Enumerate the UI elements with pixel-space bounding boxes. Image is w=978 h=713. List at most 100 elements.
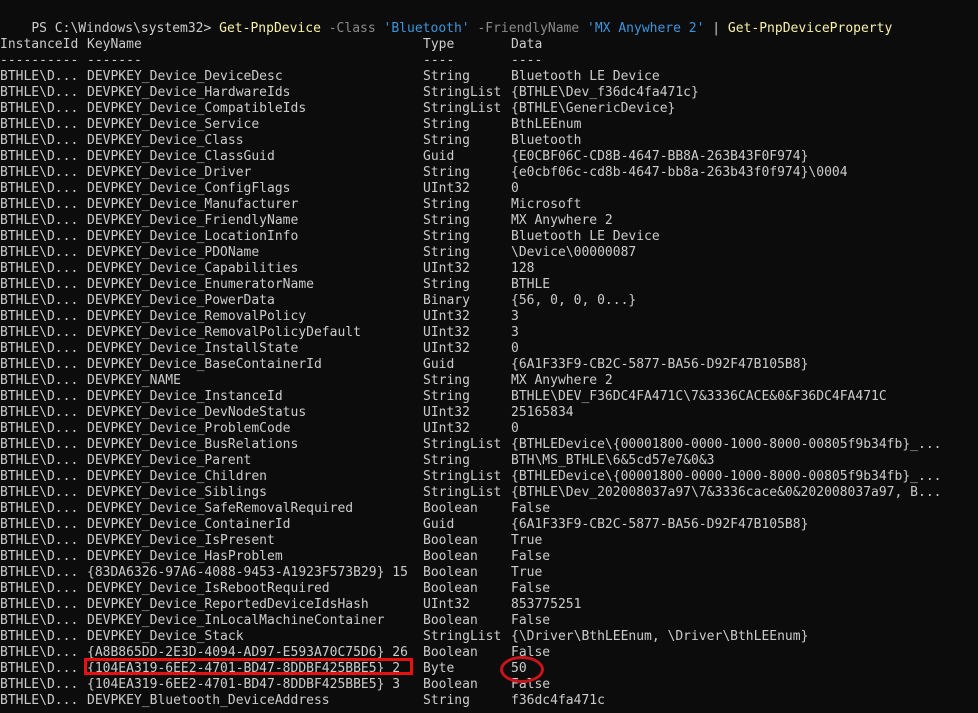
data-cell: {BTHLEDevice\{00001800-0000-1000-8000-00… [511, 469, 942, 484]
type-cell: Boolean [423, 501, 478, 516]
instance-id-cell: BTHLE\D... [0, 373, 79, 388]
data-cell: {56, 0, 0, 0...} [511, 293, 637, 308]
data-cell: {e0cbf06c-cd8b-4647-bb8a-263b43f0f974}\0… [511, 165, 848, 180]
data-cell: {\Driver\BthLEEnum, \Driver\BthLEEnum} [511, 629, 809, 644]
instance-id-cell: BTHLE\D... [0, 293, 79, 308]
instance-id-cell: BTHLE\D... [0, 517, 79, 532]
key-name-cell: DEVPKEY_Device_SafeRemovalRequired [87, 501, 354, 516]
data-cell: False [511, 645, 551, 660]
data-cell: 0 [511, 181, 519, 196]
key-name-cell: DEVPKEY_Device_ReportedDeviceIdsHash [87, 597, 369, 612]
key-name-cell: DEVPKEY_Device_LocationInfo [87, 229, 299, 244]
type-cell: Boolean [423, 645, 478, 660]
type-cell: String [423, 117, 470, 132]
instance-id-cell: BTHLE\D... [0, 629, 79, 644]
instance-id-cell: BTHLE\D... [0, 341, 79, 356]
key-name-cell: DEVPKEY_Device_Manufacturer [87, 197, 299, 212]
instance-id-cell: BTHLE\D... [0, 645, 79, 660]
key-name-cell: DEVPKEY_Device_ProblemCode [87, 421, 291, 436]
data-cell: 0 [511, 341, 519, 356]
data-cell: f36dc4fa471c [511, 693, 605, 708]
instance-id-cell: BTHLE\D... [0, 133, 79, 148]
data-cell: {BTHLE\GenericDevice} [511, 101, 676, 116]
instance-id-cell: BTHLE\D... [0, 101, 79, 116]
key-name-cell: {A8B865DD-2E3D-4094-AD97-E593A70C75D6} 2… [87, 645, 408, 660]
key-name-cell: DEVPKEY_Device_IsRebootRequired [87, 581, 330, 596]
instance-id-cell: BTHLE\D... [0, 597, 79, 612]
instance-id-cell: BTHLE\D... [0, 85, 79, 100]
instance-id-cell: BTHLE\D... [0, 149, 79, 164]
type-cell: Guid [423, 357, 455, 372]
data-cell: 25165834 [511, 405, 574, 420]
type-cell: String [423, 133, 470, 148]
instance-id-cell: InstanceId [0, 37, 79, 52]
type-cell: UInt32 [423, 405, 470, 420]
key-name-cell: DEVPKEY_Device_BaseContainerId [87, 357, 322, 372]
data-cell: {E0CBF06C-CD8B-4647-BB8A-263B43F0F974} [511, 149, 809, 164]
type-cell: Boolean [423, 581, 478, 596]
type-cell: String [423, 229, 470, 244]
instance-id-cell: BTHLE\D... [0, 501, 79, 516]
key-name-cell: ------- [87, 53, 142, 68]
instance-id-cell: BTHLE\D... [0, 261, 79, 276]
type-cell: Binary [423, 293, 470, 308]
key-name-cell: DEVPKEY_Device_Service [87, 117, 260, 132]
command-token-op [376, 21, 384, 36]
data-cell: {BTHLEDevice\{00001800-0000-1000-8000-00… [511, 437, 942, 452]
key-name-cell: DEVPKEY_Device_FriendlyName [87, 213, 299, 228]
key-name-cell: DEVPKEY_Device_Driver [87, 165, 252, 180]
type-cell: ---- [423, 53, 455, 68]
key-name-cell: DEVPKEY_Device_Parent [87, 453, 252, 468]
instance-id-cell: BTHLE\D... [0, 309, 79, 324]
command-line: PS C:\Windows\system32> Get-PnpDevice -C… [0, 5, 892, 36]
key-name-cell: DEVPKEY_Device_PowerData [87, 293, 275, 308]
instance-id-cell: BTHLE\D... [0, 677, 79, 692]
data-cell: Microsoft [511, 197, 582, 212]
type-cell: String [423, 165, 470, 180]
key-name-cell: DEVPKEY_Device_PDOName [87, 245, 260, 260]
data-cell: MX Anywhere 2 [511, 373, 613, 388]
type-cell: StringList [423, 629, 502, 644]
data-cell: BTHLE [511, 277, 551, 292]
data-cell: True [511, 565, 543, 580]
powershell-console[interactable]: PS C:\Windows\system32> Get-PnpDevice -C… [0, 0, 978, 713]
data-cell: False [511, 677, 551, 692]
prompt: PS C:\Windows\system32> [31, 21, 220, 36]
instance-id-cell: BTHLE\D... [0, 277, 79, 292]
type-cell: StringList [423, 437, 502, 452]
key-name-cell: DEVPKEY_Device_HardwareIds [87, 85, 291, 100]
type-cell: Type [423, 37, 455, 52]
key-name-cell: {104EA319-6EE2-4701-BD47-8DDBF425BBE5} 2 [87, 661, 401, 676]
instance-id-cell: BTHLE\D... [0, 197, 79, 212]
data-cell: 0 [511, 421, 519, 436]
instance-id-cell: BTHLE\D... [0, 613, 79, 628]
instance-id-cell: BTHLE\D... [0, 245, 79, 260]
data-cell: {6A1F33F9-CB2C-5877-BA56-D92F47B105B8} [511, 517, 809, 532]
type-cell: UInt32 [423, 597, 470, 612]
instance-id-cell: BTHLE\D... [0, 181, 79, 196]
key-name-cell: DEVPKEY_Device_DeviceDesc [87, 69, 283, 84]
type-cell: UInt32 [423, 261, 470, 276]
data-cell: BTH\MS_BTHLE\6&5cd57e7&0&3 [511, 453, 715, 468]
data-cell: {BTHLE\Dev_f36dc4fa471c} [511, 85, 699, 100]
data-cell: 853775251 [511, 597, 582, 612]
key-name-cell: DEVPKEY_Device_InstallState [87, 341, 299, 356]
instance-id-cell: BTHLE\D... [0, 469, 79, 484]
instance-id-cell: BTHLE\D... [0, 405, 79, 420]
command-token-cmdlet: Get-PnpDevice [219, 21, 321, 36]
command-token-param: -FriendlyName [477, 21, 580, 36]
key-name-cell: DEVPKEY_Device_InstanceId [87, 389, 283, 404]
key-name-cell: DEVPKEY_Device_ClassGuid [87, 149, 275, 164]
instance-id-cell: BTHLE\D... [0, 421, 79, 436]
key-name-cell: DEVPKEY_Device_Children [87, 469, 268, 484]
type-cell: Boolean [423, 613, 478, 628]
type-cell: Boolean [423, 565, 478, 580]
data-cell: {6A1F33F9-CB2C-5877-BA56-D92F47B105B8} [511, 357, 809, 372]
data-cell: False [511, 613, 551, 628]
command-token-string: 'Bluetooth' [383, 21, 470, 36]
key-name-cell: DEVPKEY_Device_BusRelations [87, 437, 299, 452]
instance-id-cell: BTHLE\D... [0, 533, 79, 548]
data-cell: 3 [511, 309, 519, 324]
type-cell: Guid [423, 517, 455, 532]
type-cell: StringList [423, 101, 502, 116]
